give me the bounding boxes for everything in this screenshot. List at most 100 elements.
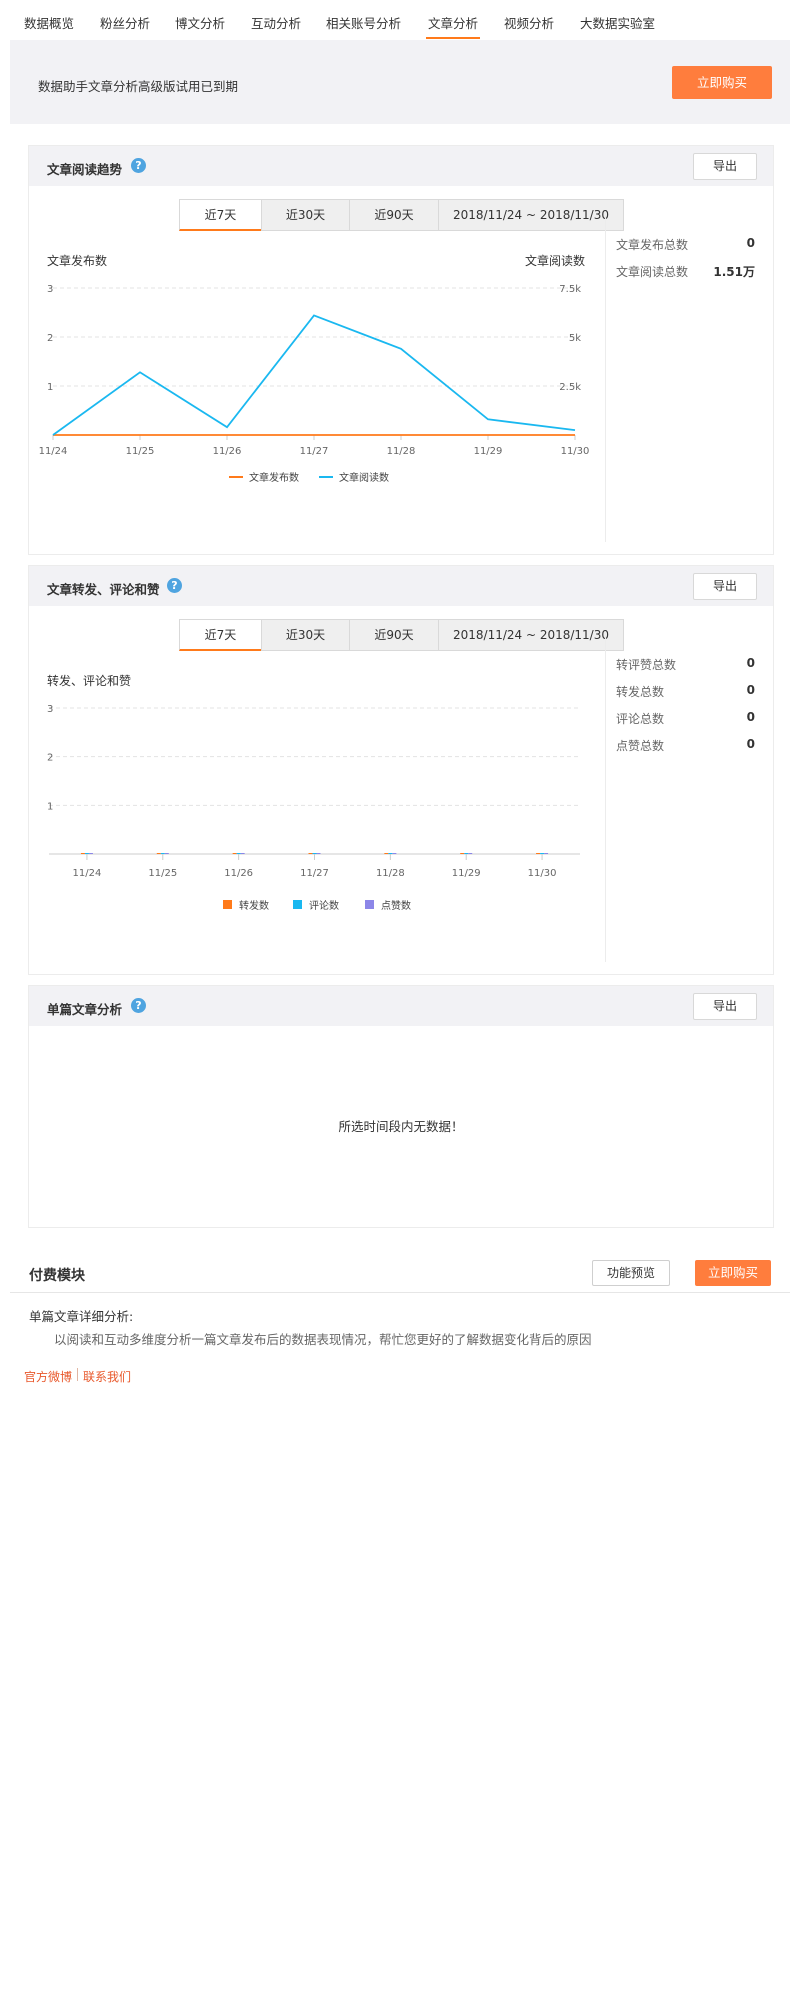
contact-us-link[interactable]: 联系我们: [83, 1368, 131, 1385]
tab-90-days[interactable]: 近90天: [349, 199, 439, 231]
tab-30-days[interactable]: 近30天: [261, 199, 350, 231]
trial-expired-banner: 数据助手文章分析高级版试用已到期 立即购买: [10, 40, 790, 124]
legend-swatch: [223, 900, 232, 909]
interaction-panel: 文章转发、评论和赞 ? 导出 近7天 近30天 近90天 2018/11/24 …: [28, 565, 774, 975]
y-tick-label: 2: [47, 753, 53, 764]
x-tick-label: 11/29: [452, 868, 481, 879]
paid-module-description: 以阅读和互动多维度分析一篇文章发布后的数据表现情况，帮忙您更好的了解数据变化背后…: [54, 1332, 592, 1347]
bar: [384, 853, 389, 854]
panel-header: 文章转发、评论和赞 ? 导出: [29, 566, 773, 606]
y-tick-label: 2: [47, 333, 53, 344]
summary-row: 文章发布总数 0: [616, 236, 755, 256]
x-tick-label: 11/30: [528, 868, 557, 879]
summary-label: 文章阅读总数: [616, 265, 689, 279]
summary-value: 0: [746, 236, 755, 250]
reading-summary: 文章发布总数 0 文章阅读总数 1.51万: [605, 216, 755, 542]
reading-trend-chart: 1 2 3 2.5k 5k 7.5k 11/24 11/25 11/26 11/27 11/28 11…: [39, 284, 590, 484]
bar: [156, 853, 161, 854]
y2-tick-label: 2.5k: [559, 382, 581, 393]
bar: [232, 853, 237, 854]
bar: [84, 853, 89, 854]
footer-separator: [77, 1368, 78, 1381]
panel-title: 单篇文章分析: [47, 1002, 123, 1017]
x-tick-label: 11/28: [376, 868, 405, 879]
summary-value: 1.51万: [713, 265, 755, 279]
y-tick-label: 3: [47, 704, 53, 715]
x-tick-label: 11/27: [300, 446, 329, 457]
legend-label: 转发数: [239, 899, 269, 912]
bar: [464, 853, 469, 854]
panel-title: 文章阅读趋势: [47, 162, 123, 177]
legend-label: 文章发布数: [249, 471, 299, 484]
paid-module-subtitle: 单篇文章详细分析:: [29, 1309, 134, 1324]
help-icon[interactable]: ?: [167, 578, 182, 593]
bar: [80, 853, 85, 854]
x-tick-label: 11/26: [224, 868, 253, 879]
bar: [392, 853, 397, 854]
summary-value: 0: [746, 683, 755, 697]
legend-swatch: [365, 900, 374, 909]
summary-label: 转发总数: [616, 685, 665, 699]
summary-row: 转发总数 0: [616, 683, 755, 703]
summary-label: 评论总数: [616, 712, 665, 726]
export-button[interactable]: 导出: [693, 573, 757, 600]
summary-row: 点赞总数 0: [616, 737, 755, 757]
nav-item-articles[interactable]: 文章分析: [425, 13, 481, 39]
nav-item-bigdata-lab[interactable]: 大数据实验室: [580, 13, 655, 32]
bar: [164, 853, 169, 854]
x-tick-label: 11/27: [300, 868, 329, 879]
panel-header: 文章阅读趋势 ? 导出: [29, 146, 773, 186]
tab-7-days[interactable]: 近7天: [179, 619, 262, 651]
buy-now-button[interactable]: 立即购买: [672, 66, 772, 99]
tab-custom-range[interactable]: 2018/11/24 ~ 2018/11/30: [438, 619, 624, 651]
feature-preview-button[interactable]: 功能预览: [592, 1260, 670, 1286]
summary-label: 点赞总数: [616, 739, 665, 753]
tab-90-days[interactable]: 近90天: [349, 619, 439, 651]
bar: [88, 853, 93, 854]
bar: [236, 853, 241, 854]
nav-item-related-accounts[interactable]: 相关账号分析: [326, 13, 401, 32]
summary-value: 0: [746, 656, 755, 670]
y-tick-label: 3: [47, 284, 53, 295]
tab-30-days[interactable]: 近30天: [261, 619, 350, 651]
x-tick-label: 11/29: [474, 446, 503, 457]
x-tick-label: 11/30: [561, 446, 590, 457]
help-icon[interactable]: ?: [131, 998, 146, 1013]
help-icon[interactable]: ?: [131, 158, 146, 173]
empty-state-message: 所选时间段内无数据！: [338, 1119, 464, 1134]
reading-trend-panel: 文章阅读趋势 ? 导出 近7天 近30天 近90天 2018/11/24 ~ 2…: [28, 145, 774, 555]
interaction-summary: 转评赞总数 0 转发总数 0 评论总数 0 点赞总数 0: [605, 636, 755, 962]
official-weibo-link[interactable]: 官方微博: [24, 1368, 72, 1385]
legend-swatch: [293, 900, 302, 909]
nav-item-interaction[interactable]: 互动分析: [251, 13, 301, 32]
nav-item-fans[interactable]: 粉丝分析: [100, 13, 150, 32]
bar: [460, 853, 465, 854]
export-button[interactable]: 导出: [693, 153, 757, 180]
bar: [536, 853, 541, 854]
summary-label: 转评赞总数: [616, 658, 677, 672]
x-tick-label: 11/25: [148, 868, 177, 879]
panel-title: 文章转发、评论和赞: [47, 582, 160, 597]
summary-value: 0: [746, 710, 755, 724]
tab-custom-range[interactable]: 2018/11/24 ~ 2018/11/30: [438, 199, 624, 231]
paid-buy-now-button[interactable]: 立即购买: [695, 1260, 771, 1286]
nav-item-overview[interactable]: 数据概览: [24, 13, 74, 32]
nav-item-posts[interactable]: 博文分析: [175, 13, 225, 32]
x-tick-label: 11/28: [387, 446, 416, 457]
bar: [240, 853, 245, 854]
paid-module-title: 付费模块: [29, 1268, 85, 1284]
bar: [544, 853, 549, 854]
divider: [10, 1292, 790, 1293]
nav-item-video[interactable]: 视频分析: [504, 13, 554, 32]
panel-header: 单篇文章分析 ? 导出: [29, 986, 773, 1026]
bar: [308, 853, 313, 854]
trial-expired-text: 数据助手文章分析高级版试用已到期: [38, 79, 239, 94]
y-tick-label: 1: [47, 801, 53, 812]
legend-label: 评论数: [309, 899, 339, 912]
y2-tick-label: 7.5k: [559, 284, 581, 295]
series-line: [52, 314, 576, 436]
export-button[interactable]: 导出: [693, 993, 757, 1020]
tab-7-days[interactable]: 近7天: [179, 199, 262, 231]
x-tick-label: 11/25: [126, 446, 155, 457]
summary-label: 文章发布总数: [616, 238, 689, 252]
